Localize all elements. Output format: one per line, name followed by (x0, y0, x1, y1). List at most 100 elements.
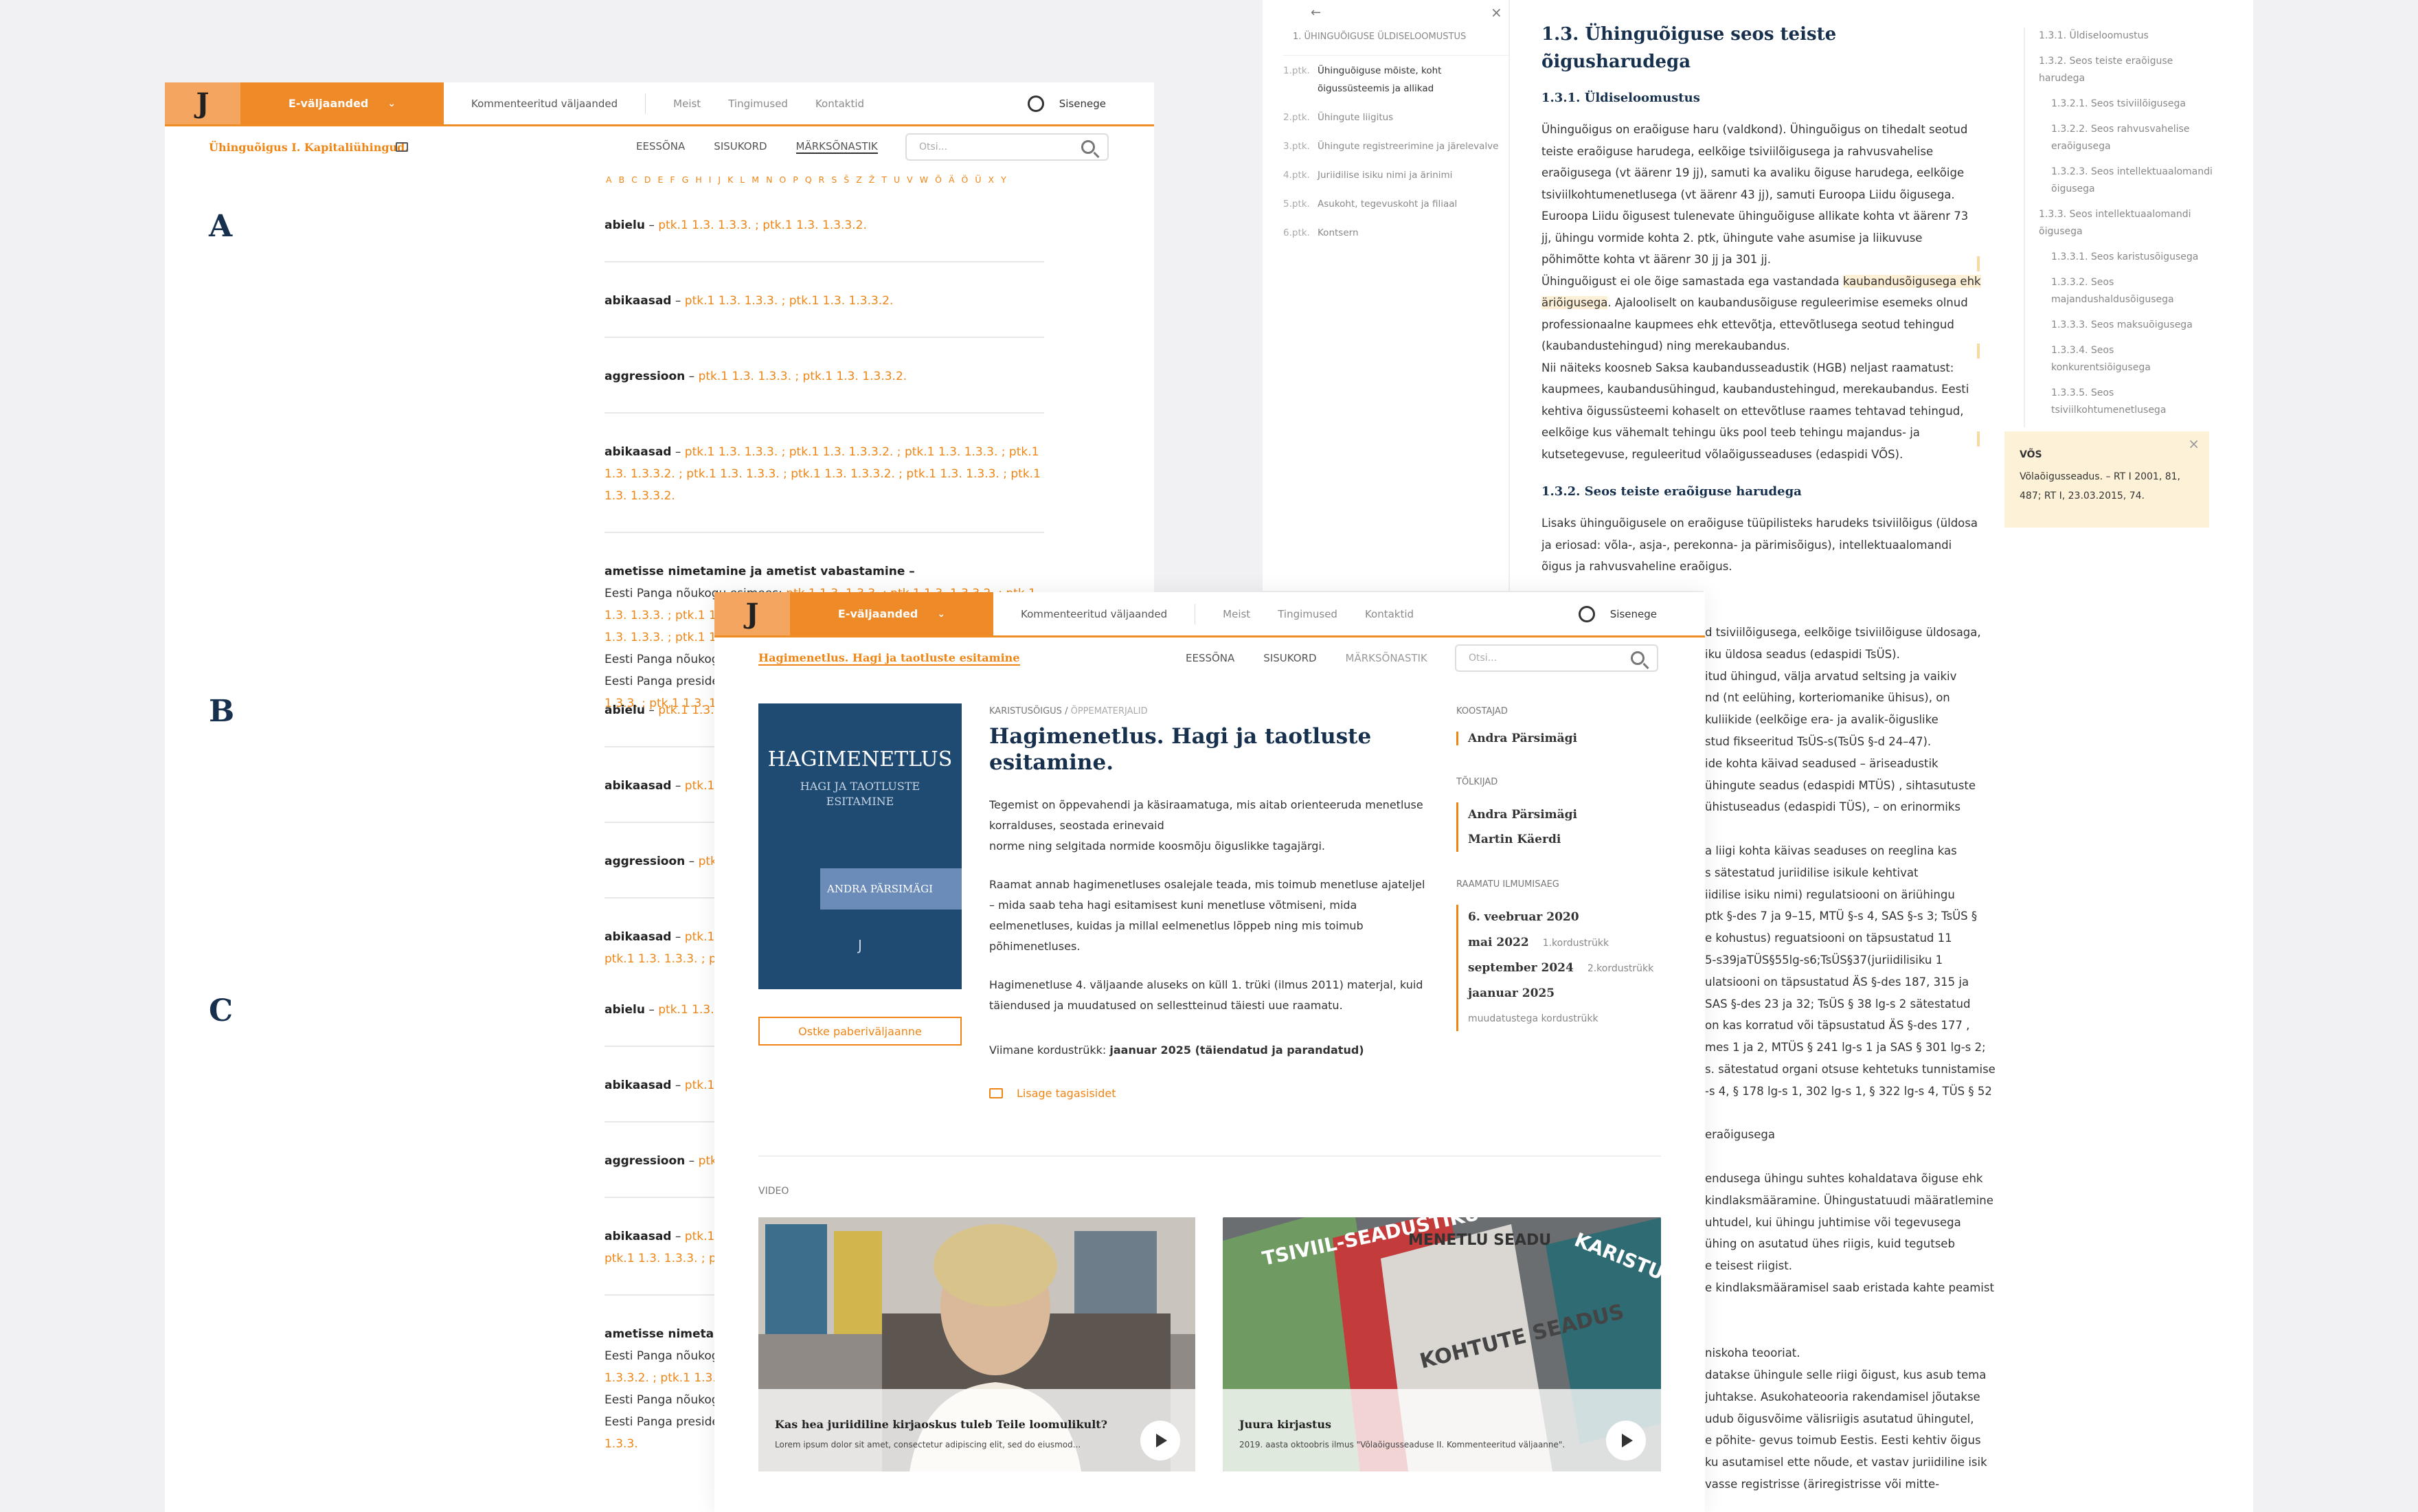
release-date: september 2024 2.kordustrükk (1468, 956, 1676, 981)
search-icon[interactable] (1081, 140, 1095, 154)
tingimused-link[interactable]: Tingimused (728, 98, 788, 110)
comment-icon[interactable] (396, 142, 408, 152)
chapter-item[interactable]: 5.ptk. Asukoht, tegevuskoht ja filiaal (1283, 195, 1503, 213)
alphabet-letter[interactable]: A (606, 174, 612, 185)
release-date-value: mai 2022 (1468, 936, 1529, 949)
chapter-item[interactable]: 2.ptk. Ühingute liigitus (1283, 109, 1503, 126)
alphabet-letter[interactable]: N (766, 174, 772, 185)
alphabet-letter[interactable]: V (907, 174, 913, 185)
meist-link[interactable]: Meist (673, 98, 701, 110)
buy-print-button[interactable]: Ostke paberiväljaanne (758, 1017, 962, 1046)
e-valjaanded-button[interactable]: E-väljaanded ⌄ (790, 592, 993, 635)
video-card[interactable]: Kas hea juriidiline kirjaoskus tuleb Tei… (758, 1217, 1195, 1471)
toc-link[interactable]: 1.3.3.2. Seos majandushaldusõigusega (2039, 274, 2216, 308)
alphabet-letter[interactable]: Y (1001, 174, 1006, 185)
play-icon[interactable] (1140, 1421, 1180, 1460)
close-icon[interactable]: × (1491, 4, 1502, 21)
search-input[interactable]: Otsi... (1455, 644, 1658, 672)
compiler-name[interactable]: Andra Pärsimägi (1456, 732, 1676, 745)
tab-eessona[interactable]: EESSÕNA (636, 140, 685, 154)
alphabet-letter[interactable]: M (752, 174, 759, 185)
alphabet-letter[interactable]: E (658, 174, 664, 185)
alphabet-letter[interactable]: C (631, 174, 637, 185)
book-title[interactable]: Ühinguõigus I. Kapitaliühingud. (209, 141, 409, 154)
alphabet-letter[interactable]: R (819, 174, 825, 185)
alphabet-letter[interactable]: K (727, 174, 733, 185)
editor-name[interactable]: Martin Käerdi (1468, 827, 1676, 852)
video-card[interactable]: TSIVIIL-SEADUSTIKU ÜLDOSA SEADUS KOHTUTE… (1223, 1217, 1661, 1471)
video-section-label: VIDEO (758, 1186, 789, 1197)
alphabet-letter[interactable]: O (779, 174, 786, 185)
search-input[interactable]: Otsi... (905, 133, 1109, 161)
alphabet-letter[interactable]: J (718, 174, 721, 185)
toc-link[interactable]: 1.3.3.4. Seos konkurentsiõigusega (2039, 342, 2216, 376)
alphabet-letter[interactable]: P (793, 174, 798, 185)
login-button[interactable]: Sisenege (1027, 82, 1154, 124)
logo[interactable]: J (165, 82, 240, 124)
breadcrumb-item[interactable]: ÕPPEMATERJALID (1071, 706, 1148, 716)
index-refs[interactable]: ptk.1 1.3. 1.3.3. ; ptk.1 1.3. 1.3.3.2. (699, 370, 907, 383)
search-icon[interactable] (1631, 651, 1645, 665)
alphabet-letter[interactable]: Q (805, 174, 812, 185)
toc-link[interactable]: 1.3.3. Seos intellektuaalomandi õigusega (2039, 206, 2216, 240)
login-button[interactable]: Sisenege (1578, 592, 1705, 635)
alphabet-letter[interactable]: G (682, 174, 689, 185)
play-icon[interactable] (1606, 1421, 1646, 1460)
logo[interactable]: J (714, 592, 790, 635)
alphabet-letter[interactable]: Ö (962, 174, 969, 185)
close-icon[interactable]: × (2188, 436, 2200, 452)
alphabet-letter[interactable]: S (831, 174, 837, 185)
alphabet-letter[interactable]: X (988, 174, 995, 185)
book-title-link[interactable]: Hagimenetlus. Hagi ja taotluste esitamin… (758, 651, 1020, 666)
toc-link[interactable]: 1.3.3.3. Seos maksuõigusega (2039, 317, 2216, 334)
alphabet-letter[interactable]: Š (844, 174, 849, 185)
chapter-item[interactable]: 4.ptk. Juriidilise isiku nimi ja ärinimi (1283, 166, 1503, 184)
toc-link[interactable]: 1.3.3.1. Seos karistusõigusega (2039, 249, 2216, 266)
kommenteeritud-link[interactable]: Kommenteeritud väljaanded (471, 98, 618, 110)
alphabet-letter[interactable]: L (740, 174, 745, 185)
editor-name[interactable]: Andra Pärsimägi (1468, 802, 1676, 827)
tab-eessona[interactable]: EESSÕNA (1186, 652, 1234, 664)
breadcrumb-item[interactable]: KARISTUSÕIGUS (989, 706, 1062, 716)
alphabet-letter[interactable]: Ž (869, 174, 875, 185)
chapter-title[interactable]: 1. ÜHINGUÕIGUSE ÜLDISELOOMUSTUS (1293, 32, 1466, 42)
toc-link[interactable]: 1.3.3.5. Seos tsiviilkohtumenetlusega (2039, 385, 2216, 419)
alphabet-letter[interactable]: Õ (935, 174, 942, 185)
index-refs[interactable]: ptk.1 1.3. 1.3.3. ; ptk.1 1.3. 1.3.3.2. (685, 294, 894, 308)
index-refs[interactable]: ptk.1 1.3. 1.3.3. ; ptk.1 1.3. 1.3.3.2. (658, 218, 867, 232)
alphabet-letter[interactable]: H (695, 174, 701, 185)
chapter-item[interactable]: 6.ptk. Kontsern (1283, 224, 1503, 242)
toc-link[interactable]: 1.3.2.2. Seos rahvusvahelise eraõigusega (2039, 121, 2216, 155)
meist-link[interactable]: Meist (1223, 608, 1250, 620)
alphabet-letter[interactable]: D (644, 174, 651, 185)
alphabet-letter[interactable]: F (670, 174, 675, 185)
alphabet-letter[interactable]: I (709, 174, 712, 185)
e-valjaanded-button[interactable]: E-väljaanded ⌄ (240, 82, 444, 124)
kontaktid-link[interactable]: Kontaktid (1365, 608, 1414, 620)
tingimused-link[interactable]: Tingimused (1278, 608, 1337, 620)
toc-link[interactable]: 1.3.1. Üldiseloomustus (2039, 27, 2216, 45)
chapter-item[interactable]: 1.ptk. Ühinguõiguse mõiste, koht õigussüs… (1283, 62, 1503, 98)
kontaktid-link[interactable]: Kontaktid (815, 98, 864, 110)
alphabet-letter[interactable]: T (881, 174, 887, 185)
alphabet-letter[interactable]: Ä (949, 174, 955, 185)
alphabet-letter[interactable]: U (894, 174, 900, 185)
continuation-line: ptk §-des 7 ja 9–15, MTÜ §-s 4, SAS §-s … (1705, 910, 1978, 923)
chapter-title: Juriidilise isiku nimi ja ärinimi (1318, 170, 1453, 181)
book-spine-text: MENETLU SEADU (1408, 1232, 1551, 1249)
tab-marksonastik[interactable]: MÄRKSÕNASTIK (795, 140, 878, 154)
tab-sisukord[interactable]: SISUKORD (1263, 652, 1316, 664)
alphabet-letter[interactable]: W (920, 174, 928, 185)
alphabet-letter[interactable]: B (619, 174, 625, 185)
toc-link[interactable]: 1.3.2.3. Seos intellektuaalomandi õiguse… (2039, 163, 2216, 198)
kommenteeritud-link[interactable]: Kommenteeritud väljaanded (1021, 608, 1167, 620)
alphabet-letter[interactable]: Ü (975, 174, 981, 185)
feedback-link[interactable]: Lisage tagasisidet (989, 1087, 1429, 1100)
alphabet-letter[interactable]: Z (856, 174, 862, 185)
toc-link[interactable]: 1.3.2.1. Seos tsiviilõigusega (2039, 95, 2216, 113)
tab-marksonastik[interactable]: MÄRKSÕNASTIK (1346, 652, 1427, 664)
back-arrow-icon[interactable]: ← (1311, 5, 1321, 20)
chapter-item[interactable]: 3.ptk. Ühingute registreerimine ja järele… (1283, 137, 1503, 155)
toc-link[interactable]: 1.3.2. Seos teiste eraõiguse harudega (2039, 53, 2216, 87)
tab-sisukord[interactable]: SISUKORD (714, 140, 767, 154)
